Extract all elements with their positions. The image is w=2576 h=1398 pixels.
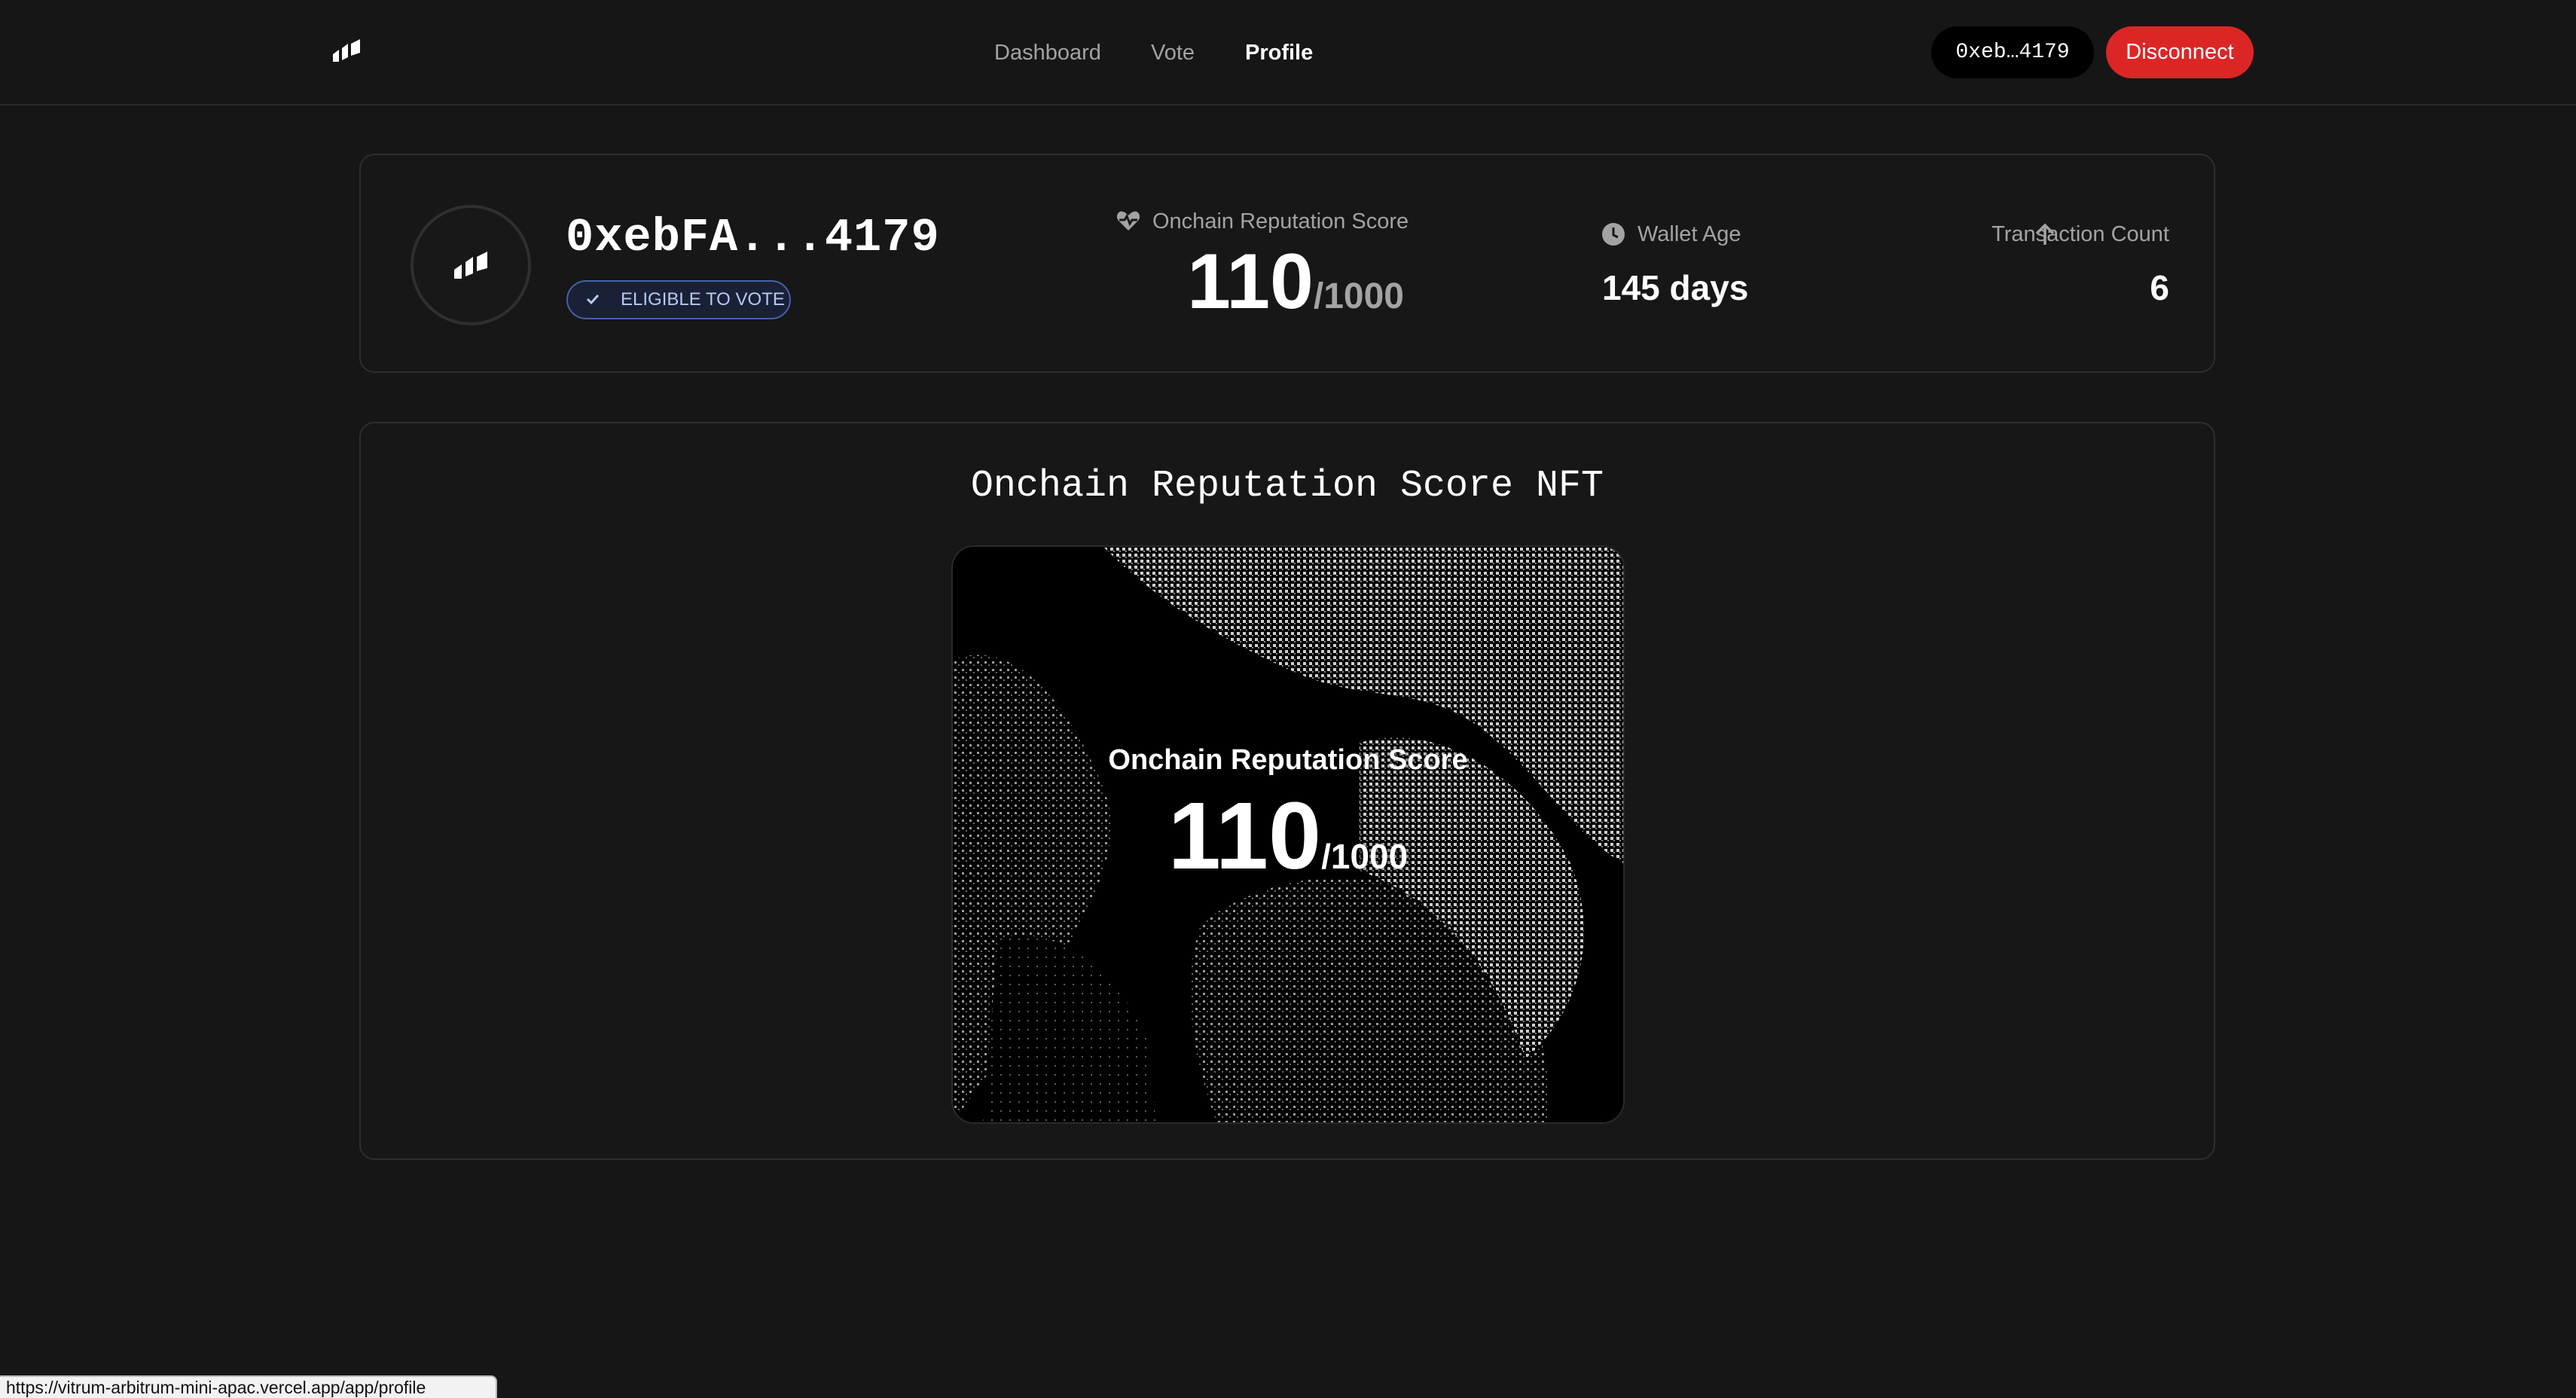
profile-summary-card: 0xebFA...4179 ELIGIBLE TO VOTE Onchain R…	[359, 154, 2215, 373]
score-max: /1000	[1313, 276, 1404, 316]
nft-score-max: /1000	[1321, 837, 1409, 876]
wallet-address: 0xebFA...4179	[566, 211, 940, 264]
reputation-nft-card: Onchain Reputation Score NFT Onchain Rep…	[359, 422, 2215, 1160]
transaction-count-value: 6	[2150, 268, 2169, 307]
score-number: 110	[1187, 238, 1314, 325]
arrow-up-icon	[2035, 223, 2055, 245]
eligible-label: ELIGIBLE TO VOTE	[621, 289, 785, 310]
heart-pulse-icon	[1116, 211, 1140, 230]
nft-score-value: 110/1000	[953, 783, 1623, 889]
wallet-age-label: Wallet Age	[1601, 219, 1741, 249]
reputation-score-label: Onchain Reputation Score	[1116, 206, 1409, 237]
status-bar-url: https://vitrum-arbitrum-mini-apac.vercel…	[0, 1375, 497, 1398]
bars-logo-icon	[454, 252, 487, 279]
wallet-age-value: 145 days	[1602, 268, 1749, 307]
top-navbar: Dashboard Vote Profile 0xeb…4179 Disconn…	[0, 0, 2576, 105]
nav-dashboard[interactable]: Dashboard	[994, 38, 1101, 68]
avatar	[411, 205, 531, 325]
check-icon	[586, 294, 600, 305]
wallet-address-button[interactable]: 0xeb…4179	[1931, 26, 2094, 78]
disconnect-button[interactable]: Disconnect	[2106, 26, 2254, 78]
eligible-badge: ELIGIBLE TO VOTE	[566, 280, 791, 319]
nft-image[interactable]: Onchain Reputation Score 110/1000	[951, 545, 1625, 1124]
transaction-count-label: Transaction Count	[1992, 222, 2169, 246]
clock-icon	[1602, 223, 1625, 246]
nft-score-number: 110	[1167, 783, 1322, 889]
nav-profile[interactable]: Profile	[1245, 38, 1313, 68]
nft-title: Onchain Reputation Score NFT	[970, 465, 1604, 508]
bars-logo-icon[interactable]	[331, 39, 362, 65]
reputation-score-value: 110/1000	[1186, 238, 1404, 325]
nft-score-label: Onchain Reputation Score	[1108, 744, 1468, 776]
nav-vote[interactable]: Vote	[1151, 38, 1195, 68]
